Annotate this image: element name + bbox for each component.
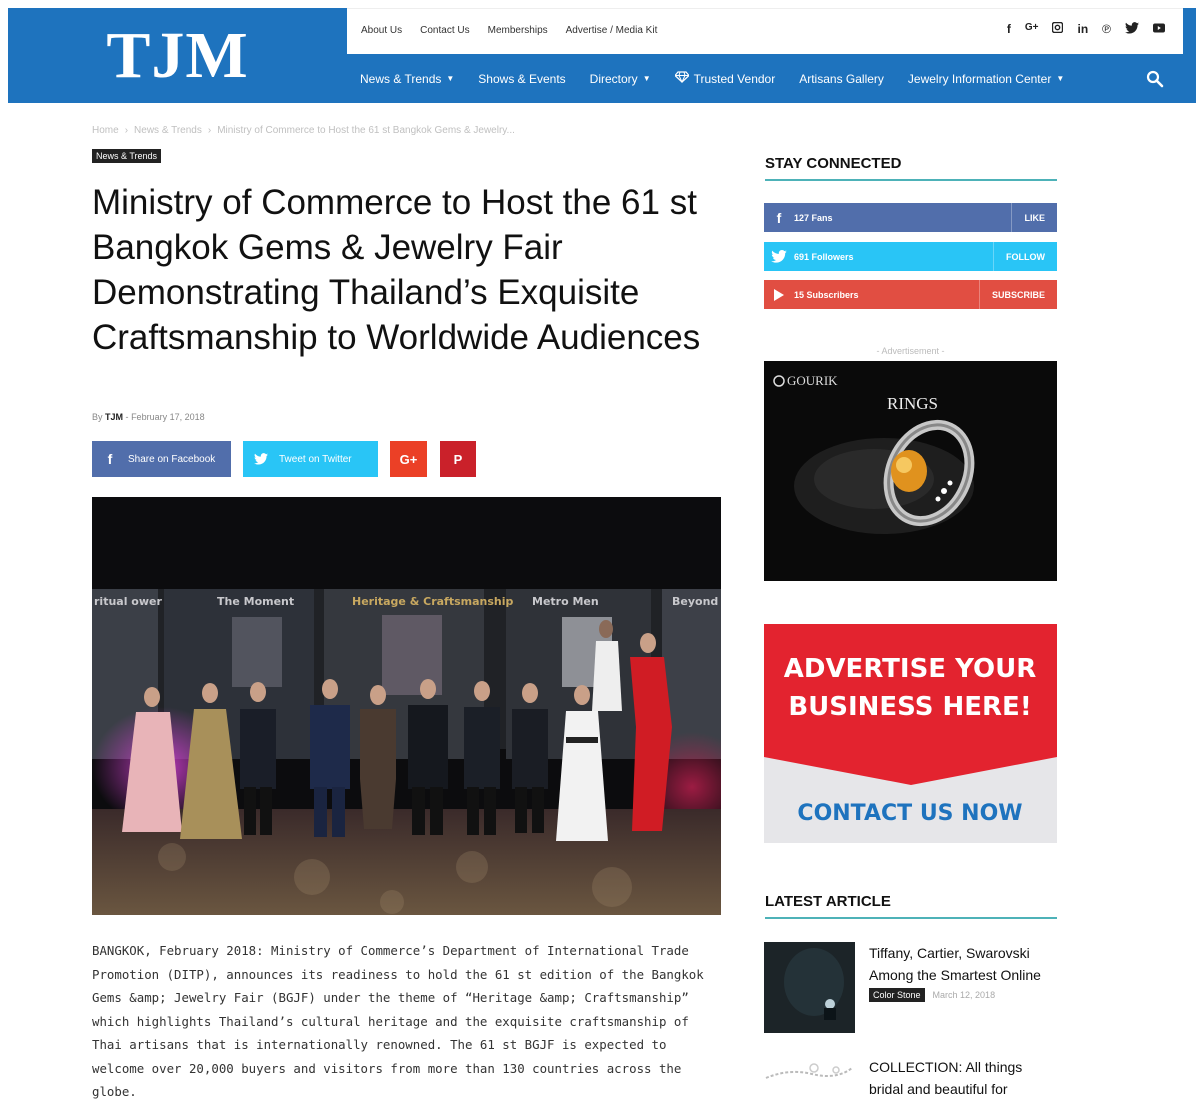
social-youtube-row[interactable]: 15 Subscribers SUBSCRIBE <box>764 280 1057 309</box>
top-links: About Us Contact Us Memberships Advertis… <box>361 25 657 36</box>
share-facebook-button[interactable]: f Share on Facebook <box>92 441 231 477</box>
share-label: Share on Facebook <box>128 453 216 465</box>
post-date: March 12, 2018 <box>932 990 996 1000</box>
breadcrumb-separator: › <box>124 125 129 136</box>
latest-article-link[interactable]: COLLECTION: All things bridal and beauti… <box>869 1056 1059 1100</box>
top-link-about[interactable]: About Us <box>361 25 402 36</box>
breadcrumb-current: Ministry of Commerce to Host the 61 st B… <box>217 125 515 136</box>
stay-connected-title: STAY CONNECTED <box>765 155 1057 181</box>
chevron-down-icon: ▼ <box>1056 74 1065 83</box>
social-unit: Followers <box>811 251 854 262</box>
booth-sign: The Moment <box>217 595 294 608</box>
by-label: By <box>92 412 103 422</box>
nav-news-trends[interactable]: News & Trends ▼ <box>360 54 466 103</box>
latest-article-title: LATEST ARTICLE <box>765 893 1057 919</box>
booth-sign: ritual ower <box>94 595 162 608</box>
social-count: 691 <box>794 251 810 262</box>
top-link-contact[interactable]: Contact Us <box>420 25 469 36</box>
latest-article-item[interactable]: COLLECTION: All things bridal and beauti… <box>764 1056 1057 1097</box>
post-date: February 17, 2018 <box>131 412 205 422</box>
article-thumbnail[interactable] <box>764 942 855 1033</box>
twitter-icon[interactable] <box>1125 22 1139 37</box>
social-twitter-row[interactable]: 691 Followers FOLLOW <box>764 242 1057 271</box>
breadcrumb-category[interactable]: News & Trends <box>134 125 202 136</box>
twitter-icon <box>243 453 279 465</box>
gourik-rings-ad[interactable]: GOURIK RINGS <box>764 361 1057 581</box>
advertise-your-business-ad[interactable]: ADVERTISE YOUR BUSINESS HERE! CONTACT US… <box>764 624 1057 843</box>
byline-separator: - <box>125 412 129 422</box>
latest-article-link[interactable]: Tiffany, Cartier, Swarovski Among the Sm… <box>869 942 1059 986</box>
article-body: BANGKOK, February 2018: Ministry of Comm… <box>92 943 704 1099</box>
diamond-icon <box>673 71 690 86</box>
breadcrumb-separator: › <box>207 125 212 136</box>
social-count: 15 <box>794 289 805 300</box>
top-link-advertise[interactable]: Advertise / Media Kit <box>566 25 658 36</box>
instagram-icon[interactable] <box>1052 21 1064 37</box>
contact-us-now-link: CONTACT US NOW <box>797 801 1022 826</box>
nav-artisans-gallery[interactable]: Artisans Gallery <box>787 54 896 103</box>
twitter-icon <box>764 250 794 263</box>
social-unit: Fans <box>811 212 833 223</box>
nav-directory[interactable]: Directory ▼ <box>578 54 663 103</box>
byline: By TJM - February 17, 2018 <box>92 412 205 422</box>
breadcrumb-home[interactable]: Home <box>92 125 119 136</box>
nav-label: Directory <box>589 71 638 86</box>
header-social-icons: f G+ in ℗ <box>1007 21 1165 37</box>
site-logo[interactable]: TJM <box>8 8 347 103</box>
subscribe-button[interactable]: SUBSCRIBE <box>978 280 1057 309</box>
share-pinterest-button[interactable]: P <box>440 441 476 477</box>
latest-article-item[interactable]: Tiffany, Cartier, Swarovski Among the Sm… <box>764 942 1057 1033</box>
category-badge[interactable]: Color Stone <box>869 988 925 1002</box>
google-plus-icon: G+ <box>399 451 418 467</box>
article-meta: Color Stone March 12, 2018 <box>869 988 995 1002</box>
nav-label: News & Trends <box>360 71 442 86</box>
booth-sign: Metro Men <box>532 595 599 608</box>
social-facebook-row[interactable]: f 127 Fans LIKE <box>764 203 1057 232</box>
ad-caption: RINGS <box>887 394 938 413</box>
follow-button[interactable]: FOLLOW <box>993 242 1057 271</box>
chevron-down-icon: ▼ <box>642 74 651 83</box>
pinterest-icon[interactable]: ℗ <box>1102 22 1111 37</box>
social-unit: Subscribers <box>806 289 859 300</box>
nav-shows-events[interactable]: Shows & Events <box>466 54 577 103</box>
nav-label: Jewelry Information Center <box>907 71 1052 86</box>
top-link-memberships[interactable]: Memberships <box>488 25 548 36</box>
author-link[interactable]: TJM <box>105 412 123 422</box>
ad-headline: ADVERTISE YOUR <box>784 654 1037 684</box>
share-google-plus-button[interactable]: G+ <box>390 441 427 477</box>
youtube-icon <box>764 288 794 301</box>
facebook-icon[interactable]: f <box>1007 22 1011 37</box>
advertisement-label: - Advertisement - <box>876 346 945 356</box>
nav-label: Trusted Vendor <box>693 71 776 86</box>
breadcrumb: Home › News & Trends › Ministry of Commerc… <box>92 125 515 136</box>
share-label: Tweet on Twitter <box>279 453 352 465</box>
social-count: 127 <box>794 212 810 223</box>
main-nav: News & Trends ▼ Shows & Events Directory ▼… <box>360 54 1076 103</box>
article-title: Ministry of Commerce to Host the 61 st B… <box>92 183 701 357</box>
nav-jewelry-info-center[interactable]: Jewelry Information Center ▼ <box>896 54 1076 103</box>
pinterest-icon: P <box>453 451 463 467</box>
nav-trusted-vendor[interactable]: Trusted Vendor <box>663 54 788 103</box>
booth-sign: Beyond <box>672 595 718 608</box>
share-twitter-button[interactable]: Tweet on Twitter <box>243 441 378 477</box>
linkedin-icon[interactable]: in <box>1077 22 1088 37</box>
booth-sign: Heritage & Craftsmanship <box>352 595 514 608</box>
logo-text: TJM <box>106 18 249 92</box>
ad-brand: GOURIK <box>787 373 838 388</box>
youtube-icon[interactable] <box>1153 22 1165 37</box>
category-badge[interactable]: News & Trends <box>92 149 162 163</box>
article-thumbnail[interactable] <box>764 1056 855 1093</box>
article-hero-image: ritual ower The Moment Heritage & Crafts… <box>92 497 721 915</box>
nav-label: Shows & Events <box>478 71 566 86</box>
google-plus-icon[interactable]: G+ <box>1025 22 1039 37</box>
top-bar: About Us Contact Us Memberships Advertis… <box>347 8 1183 54</box>
facebook-icon: f <box>776 209 782 226</box>
search-icon[interactable] <box>1146 70 1166 90</box>
like-button[interactable]: LIKE <box>1011 203 1057 232</box>
facebook-icon: f <box>107 451 113 467</box>
nav-label: Artisans Gallery <box>799 71 884 86</box>
ad-headline: BUSINESS HERE! <box>788 692 1031 722</box>
chevron-down-icon: ▼ <box>446 74 455 83</box>
